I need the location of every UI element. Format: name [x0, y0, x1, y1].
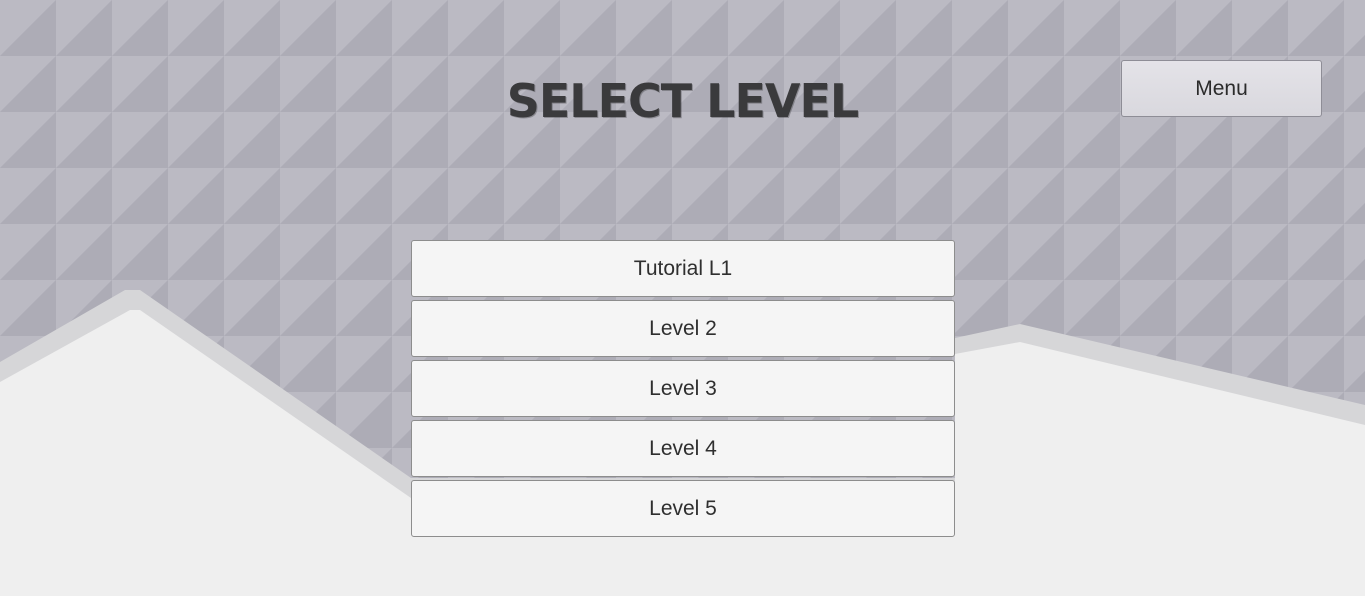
level-button-level-3[interactable]: Level 3	[411, 360, 955, 417]
level-button-level-4[interactable]: Level 4	[411, 420, 955, 477]
level-list: Tutorial L1 Level 2 Level 3 Level 4 Leve…	[411, 240, 955, 540]
level-button-level-2[interactable]: Level 2	[411, 300, 955, 357]
level-button-level-5[interactable]: Level 5	[411, 480, 955, 537]
level-button-tutorial-l1[interactable]: Tutorial L1	[411, 240, 955, 297]
menu-button[interactable]: Menu	[1121, 60, 1322, 117]
